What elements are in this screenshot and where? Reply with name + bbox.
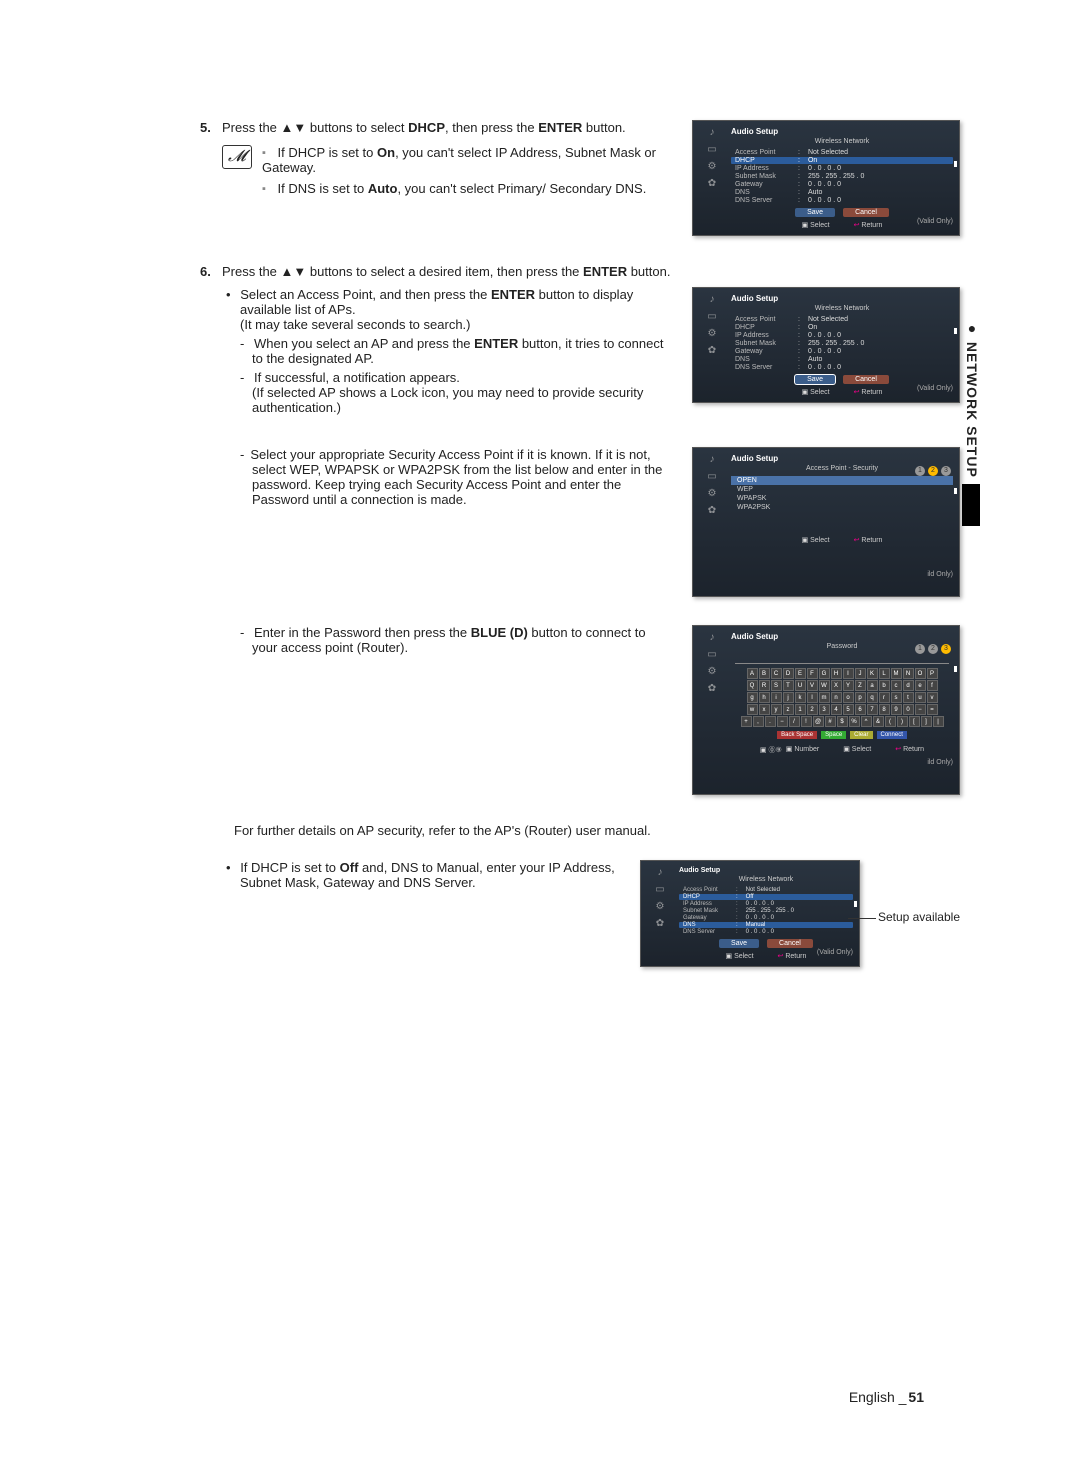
step6-dash-notify: If successful, a notification appears.(I… — [222, 370, 674, 415]
step-6-text: Press the ▲▼ buttons to select a desired… — [222, 264, 960, 279]
note-1: If DHCP is set to On, you can't select I… — [262, 145, 674, 175]
step-6-number: 6. — [200, 264, 222, 279]
step6-dash-connect: When you select an AP and press the ENTE… — [222, 336, 674, 366]
screenshot-wireless-dhcp-on: ♪▭⚙✿ Audio Setup Wireless Network Access… — [692, 120, 960, 236]
dhcp-off-bullet: If DHCP is set to Off and, DNS to Manual… — [222, 860, 622, 890]
screenshot-wireless-save: ♪▭⚙✿ Audio Setup Wireless Network Access… — [692, 287, 960, 403]
settings-icon: ✿ — [697, 178, 727, 189]
note-2: If DNS is set to Auto, you can't select … — [262, 181, 674, 196]
callout-setup-available: Setup available — [878, 910, 960, 924]
side-tab: NETWORK SETUP — [964, 320, 980, 478]
network-icon: ⚙ — [697, 161, 727, 172]
note-icon: 𝓜 — [222, 145, 252, 169]
photo-icon: ▭ — [697, 144, 727, 155]
music-icon: ♪ — [697, 127, 727, 138]
screenshot-security-select: ♪▭⚙✿ Audio Setup Access Point - Security… — [692, 447, 960, 597]
tab-marker — [962, 484, 980, 526]
step-5-number: 5. — [200, 120, 222, 135]
step6-dash-security: Select your appropriate Security Access … — [222, 447, 674, 507]
step6-dash-password: Enter in the Password then press the BLU… — [222, 625, 674, 655]
screenshot-wireless-dhcp-off: ♪▭⚙✿ Audio Setup Wireless Network Access… — [640, 860, 860, 967]
step6-bullet-select-ap: Select an Access Point, and then press t… — [222, 287, 674, 332]
further-note: For further details on AP security, refe… — [200, 823, 960, 838]
page-footer: English _51 — [849, 1389, 924, 1405]
screenshot-password-keyboard: ♪▭⚙✿ Audio Setup Password 123 ABCDEFGHIJ… — [692, 625, 960, 795]
step-5-text: Press the ▲▼ buttons to select DHCP, the… — [222, 120, 674, 135]
